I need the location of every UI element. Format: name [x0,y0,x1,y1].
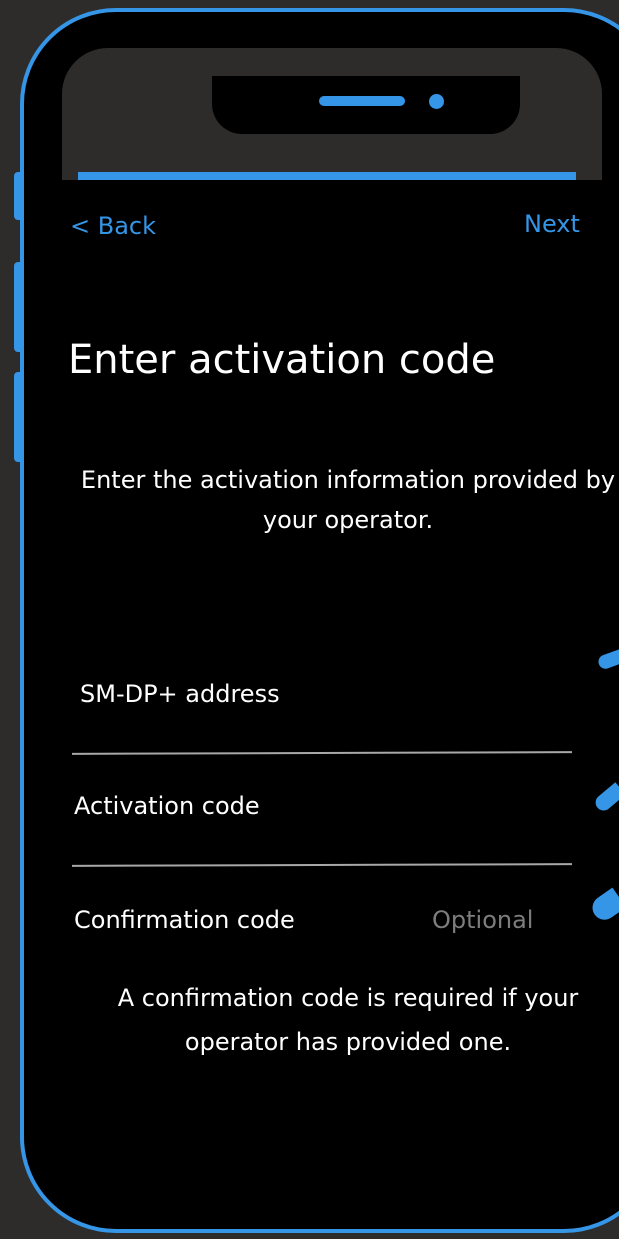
next-button[interactable]: Next [524,210,580,238]
optional-hint: Optional [432,906,534,934]
divider [71,751,573,755]
camera-icon [429,94,444,109]
progress-bar [78,172,576,180]
status-area [62,48,602,180]
back-button[interactable]: < Back [70,212,156,240]
helper-text: A confirmation code is required if your … [117,984,579,1056]
speaker-icon [319,96,405,106]
sm-dp-address-label: SM-DP+ address [80,680,280,708]
activation-code-label: Activation code [74,792,260,820]
screen-stage: < Back Next Enter activation code Enter … [0,0,619,1239]
notch [212,76,520,134]
confirmation-code-label: Confirmation code [74,906,295,934]
page-title: Enter activation code [68,337,496,383]
phone-frame: < Back Next Enter activation code Enter … [20,8,619,1233]
divider [71,863,573,867]
page-subtitle: Enter the activation information provide… [80,466,616,534]
